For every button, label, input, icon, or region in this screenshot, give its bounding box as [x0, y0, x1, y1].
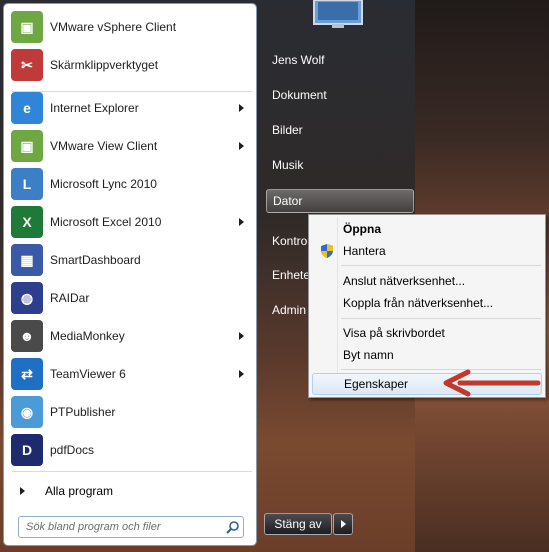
program-label: Skärmklippverktyget — [50, 58, 159, 72]
excel-icon: X — [11, 206, 43, 238]
pictures-label: Bilder — [272, 123, 303, 137]
documents-label: Dokument — [272, 88, 327, 102]
mediamonkey-icon: ☻ — [11, 320, 43, 352]
context-separator — [341, 318, 541, 319]
context-manage[interactable]: Hantera — [312, 240, 542, 262]
pdfdocs-icon: D — [11, 434, 43, 466]
program-label: Microsoft Excel 2010 — [50, 215, 162, 229]
program-item[interactable]: L Microsoft Lync 2010 — [8, 166, 254, 202]
all-programs-button[interactable]: Alla program — [14, 481, 244, 501]
context-map-drive-label: Anslut nätverksenhet... — [343, 274, 466, 288]
chevron-right-icon[interactable] — [239, 370, 244, 378]
program-label: pdfDocs — [50, 443, 95, 457]
shutdown-button[interactable]: Stäng av — [264, 513, 332, 535]
admin-label: Admin — [272, 303, 307, 317]
program-label: VMware vSphere Client — [50, 20, 177, 34]
shutdown-label: Stäng av — [274, 517, 322, 531]
program-label: TeamViewer 6 — [50, 367, 126, 381]
raidar-icon: ◍ — [11, 282, 43, 314]
context-disconnect-drive[interactable]: Koppla från nätverksenhet... — [312, 292, 542, 314]
all-programs-label: Alla program — [45, 484, 114, 498]
context-disconnect-drive-label: Koppla från nätverksenhet... — [343, 296, 494, 310]
music-link[interactable]: Musik — [266, 153, 303, 177]
user-folder-link[interactable]: Jens Wolf — [266, 48, 324, 72]
chevron-right-icon[interactable] — [239, 332, 244, 340]
context-open-label: Öppna — [343, 222, 381, 236]
scissors-icon: ✂ — [11, 49, 43, 81]
computer-link[interactable]: Dator — [266, 189, 414, 213]
context-properties-label: Egenskaper — [344, 377, 409, 391]
context-show-desktop-label: Visa på skrivbordet — [343, 326, 445, 340]
start-menu-program-list: ▣ VMware vSphere Client ✂ Skärmklippverktyg… — [3, 3, 257, 546]
chevron-right-icon — [340, 520, 346, 528]
program-label: MediaMonkey — [50, 329, 125, 343]
computer-monitor-icon — [313, 0, 363, 28]
context-rename[interactable]: Byt namn — [312, 344, 542, 366]
search-icon[interactable] — [223, 517, 243, 537]
program-item[interactable]: ◉ PTPublisher — [8, 394, 254, 430]
program-label: Internet Explorer — [50, 101, 139, 115]
program-item[interactable]: DpdfDocs — [8, 432, 254, 468]
internet-explorer-icon: e — [11, 92, 43, 124]
admin-tools-link[interactable]: Admin — [266, 298, 306, 322]
vmware-vsphere-icon: ▣ — [11, 11, 43, 43]
program-label: PTPublisher — [50, 405, 116, 419]
program-item[interactable]: ▣ VMware vSphere Client — [8, 9, 254, 45]
pictures-link[interactable]: Bilder — [266, 118, 303, 142]
all-programs-separator — [12, 471, 252, 472]
program-item[interactable]: ✂ Skärmklippverktyget — [8, 47, 254, 83]
control-panel-label: Kontro — [272, 234, 308, 248]
shutdown-options-button[interactable] — [333, 513, 353, 535]
control-panel-link[interactable]: Kontro — [266, 229, 307, 253]
program-label: Microsoft Lync 2010 — [50, 177, 157, 191]
program-item[interactable]: X Microsoft Excel 2010 — [8, 204, 254, 240]
vmware-view-icon: ▣ — [11, 130, 43, 162]
chevron-right-icon[interactable] — [239, 142, 244, 150]
program-item[interactable]: ◍ RAIDar — [8, 280, 254, 316]
teamviewer-icon: ⇄ — [11, 358, 43, 390]
search-box[interactable]: Sök bland program och filer — [18, 516, 244, 538]
user-label: Jens Wolf — [272, 53, 325, 67]
devices-label: Enhete — [272, 268, 311, 282]
music-label: Musik — [272, 158, 304, 172]
program-label: SmartDashboard — [50, 253, 141, 267]
devices-link[interactable]: Enhete — [266, 263, 310, 287]
lync-icon: L — [11, 168, 43, 200]
documents-link[interactable]: Dokument — [266, 83, 327, 107]
search-input[interactable]: Sök bland program och filer — [26, 521, 223, 533]
context-open[interactable]: Öppna — [312, 218, 542, 240]
smartdashboard-icon: ▦ — [11, 244, 43, 276]
chevron-right-icon[interactable] — [239, 104, 244, 112]
program-item[interactable]: e Internet Explorer — [8, 90, 254, 126]
annotation-arrow-icon — [443, 369, 541, 397]
chevron-right-icon — [20, 487, 25, 495]
program-label: VMware View Client — [50, 139, 158, 153]
context-rename-label: Byt namn — [343, 348, 394, 362]
context-map-drive[interactable]: Anslut nätverksenhet... — [312, 270, 542, 292]
chevron-right-icon[interactable] — [239, 218, 244, 226]
program-item[interactable]: ▦ SmartDashboard — [8, 242, 254, 278]
program-item[interactable]: ⇄ TeamViewer 6 — [8, 356, 254, 392]
program-item[interactable]: ▣ VMware View Client — [8, 128, 254, 164]
context-separator — [341, 265, 541, 266]
uac-shield-icon — [321, 244, 333, 258]
computer-label: Dator — [273, 194, 303, 208]
context-manage-label: Hantera — [343, 244, 386, 258]
program-item[interactable]: ☻ MediaMonkey — [8, 318, 254, 354]
program-label: RAIDar — [50, 291, 90, 305]
ptpublisher-icon: ◉ — [11, 396, 43, 428]
context-show-desktop[interactable]: Visa på skrivbordet — [312, 322, 542, 344]
